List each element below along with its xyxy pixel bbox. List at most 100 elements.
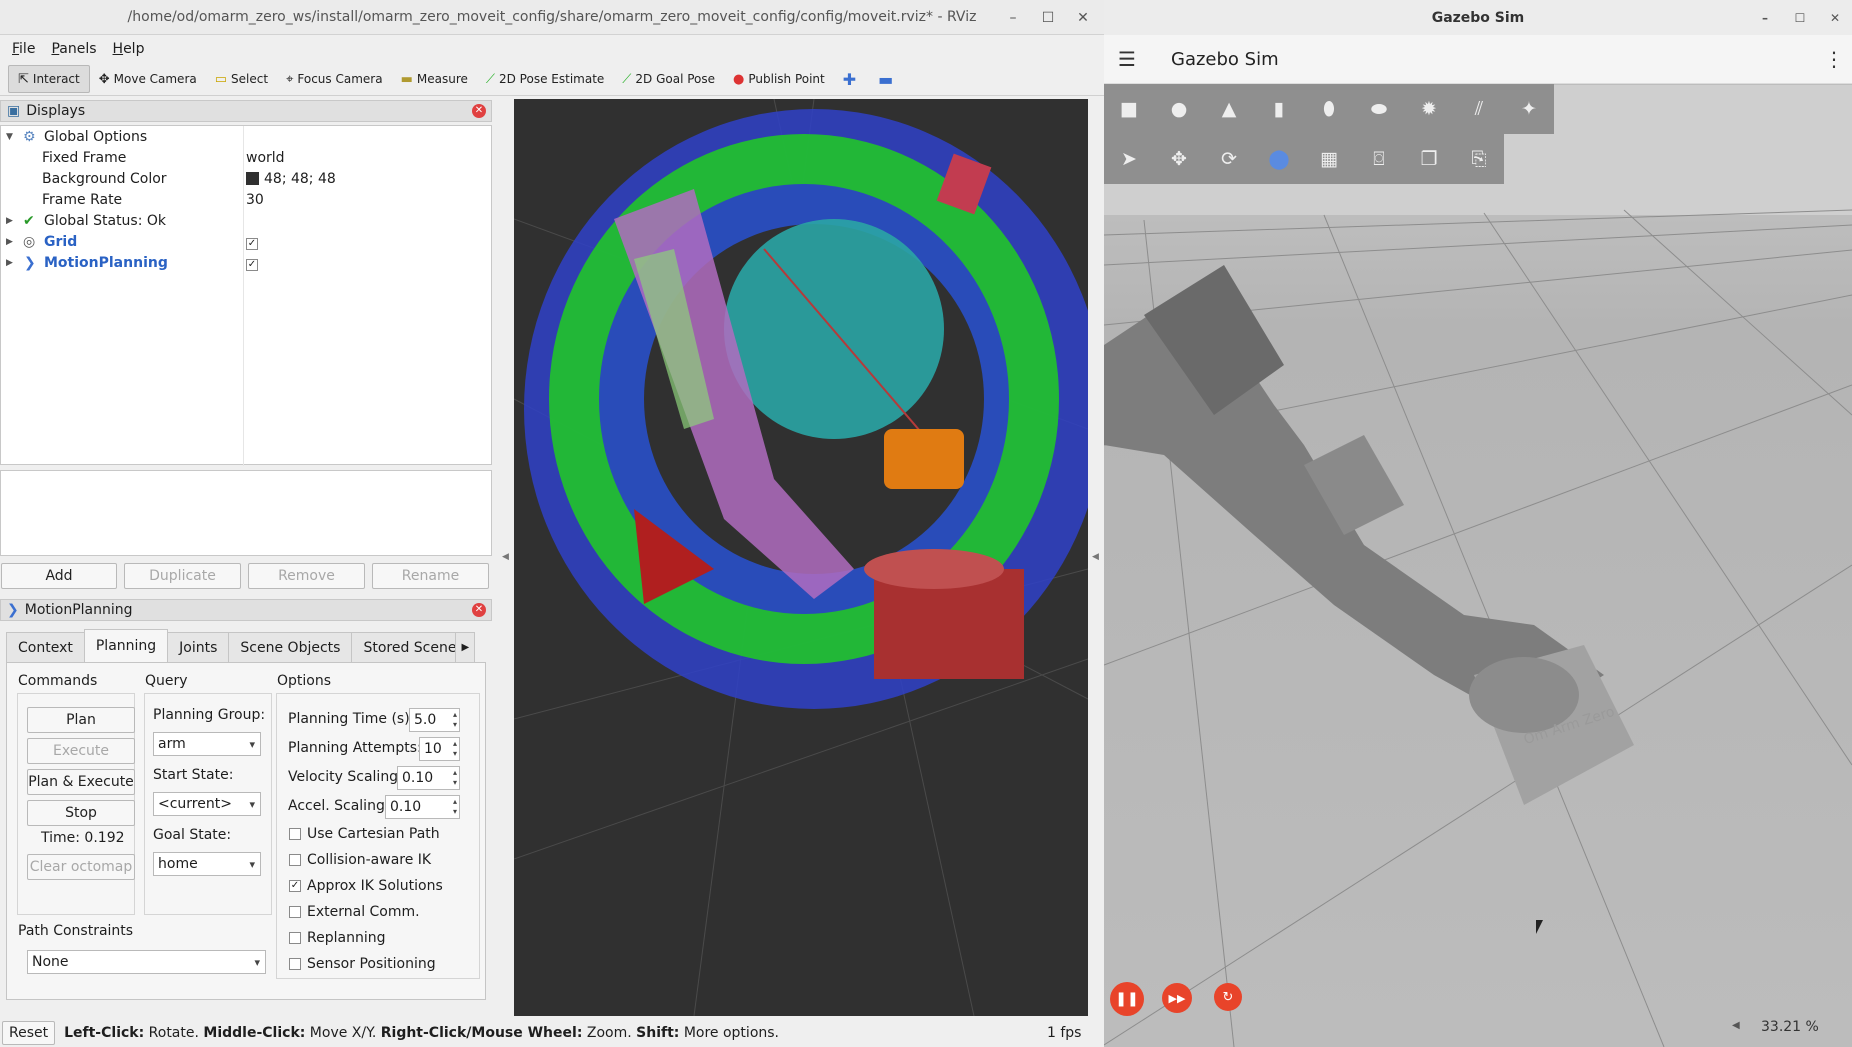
menu-help[interactable]: Help <box>105 41 153 57</box>
rviz-window: /home/od/omarm_zero_ws/install/omarm_zer… <box>0 0 1104 1047</box>
paste-icon[interactable]: ⎘ <box>1454 148 1504 170</box>
add-tool-button[interactable]: ✚ <box>834 65 869 93</box>
goal-state-select[interactable]: home <box>153 852 261 876</box>
approx-ik-checkbox[interactable]: ✓ Approx IK Solutions <box>289 878 443 894</box>
motion-planning-close-icon[interactable]: ✕ <box>472 603 486 617</box>
translate-icon[interactable]: ✥ <box>1154 148 1204 170</box>
collapse-stats-icon[interactable]: ◀ <box>1732 1020 1740 1031</box>
tree-row-motion-planning[interactable]: ▶ ❯ MotionPlanning ✓ <box>1 252 491 273</box>
tool-2d-pose-estimate[interactable]: ⟋ 2D Pose Estimate <box>477 65 613 93</box>
tree-row-global-options[interactable]: ▼ ⚙ Global Options <box>1 126 491 147</box>
planning-group-select[interactable]: arm <box>153 732 261 756</box>
color-swatch <box>246 171 259 185</box>
sensor-positioning-checkbox[interactable]: Sensor Positioning <box>289 956 436 972</box>
box-icon[interactable]: ■ <box>1104 98 1154 120</box>
tree-row-grid[interactable]: ▶ ◎ Grid ✓ <box>1 231 491 252</box>
tool-measure[interactable]: ▬ Measure <box>392 65 477 93</box>
cylinder-icon[interactable]: ▮ <box>1254 98 1304 120</box>
plan-button[interactable]: Plan <box>27 707 135 733</box>
splitter-right-icon[interactable]: ◀ <box>1092 552 1100 562</box>
sphere-icon[interactable]: ● <box>1154 98 1204 120</box>
rviz-3d-viewport[interactable] <box>514 99 1088 1016</box>
frame-rate-value[interactable]: 30 <box>246 192 264 208</box>
gazebo-3d-viewport[interactable] <box>1104 85 1852 1047</box>
tree-row-frame-rate[interactable]: Frame Rate 30 <box>1 189 491 210</box>
use-cartesian-path-checkbox[interactable]: Use Cartesian Path <box>289 826 440 842</box>
tool-publish-point[interactable]: ● Publish Point <box>724 65 834 93</box>
ellipsoid-icon[interactable]: ⬬ <box>1354 98 1404 120</box>
add-display-button[interactable]: Add <box>1 563 117 589</box>
tool-2d-goal-pose[interactable]: ⟋ 2D Goal Pose <box>613 65 724 93</box>
accel-scaling-spinbox[interactable]: 0.10 <box>385 795 460 819</box>
replanning-checkbox[interactable]: Replanning <box>289 930 385 946</box>
fixed-frame-value[interactable]: world <box>246 150 285 166</box>
step-forward-button[interactable]: ▶▶ <box>1162 983 1192 1013</box>
tab-stored-scenes[interactable]: Stored Scene <box>351 632 457 662</box>
directional-light-icon[interactable]: ⫽ <box>1454 98 1504 120</box>
tab-joints[interactable]: Joints <box>167 632 230 662</box>
sun-light-icon[interactable]: ✹ <box>1404 98 1454 120</box>
snap-icon[interactable]: ⬤ <box>1254 148 1304 170</box>
tree-row-global-status[interactable]: ▶ ✔ Global Status: Ok <box>1 210 491 231</box>
reset-simulation-button[interactable]: ↻ <box>1214 983 1242 1011</box>
tree-row-background-color[interactable]: Background Color 48; 48; 48 <box>1 168 491 189</box>
maximize-icon[interactable]: ☐ <box>1783 0 1817 35</box>
pause-button[interactable]: ❚❚ <box>1110 982 1144 1016</box>
hamburger-menu-icon[interactable]: ☰ <box>1118 47 1136 71</box>
clear-octomap-button[interactable]: Clear octomap <box>27 854 135 880</box>
minus-icon: ▬ <box>878 69 894 89</box>
tab-context[interactable]: Context <box>6 632 85 662</box>
target-icon: ⌖ <box>286 71 294 87</box>
expand-right-icon[interactable]: ▶ <box>6 216 13 226</box>
planning-time-spinbox[interactable]: 5.0 <box>409 708 460 732</box>
menu-file[interactable]: File <box>4 41 43 57</box>
cone-icon[interactable]: ▲ <box>1204 98 1254 120</box>
tab-scene-objects[interactable]: Scene Objects <box>228 632 353 662</box>
display-description-box <box>0 470 492 556</box>
more-vert-icon[interactable]: ⋮ <box>1824 47 1844 71</box>
duplicate-display-button[interactable]: Duplicate <box>124 563 241 589</box>
minimize-icon[interactable]: – <box>1748 0 1782 35</box>
velocity-scaling-spinbox[interactable]: 0.10 <box>397 766 460 790</box>
external-comm-checkbox[interactable]: External Comm. <box>289 904 420 920</box>
splitter-left-icon[interactable]: ◀ <box>502 552 510 562</box>
menu-panels[interactable]: Panels <box>43 41 104 57</box>
tool-interact[interactable]: ⇱ Interact <box>8 65 90 93</box>
tab-scroll-right-icon[interactable]: ▶ <box>455 632 476 662</box>
copy-icon[interactable]: ❐ <box>1404 148 1454 170</box>
execute-button[interactable]: Execute <box>27 738 135 764</box>
tool-focus-camera[interactable]: ⌖ Focus Camera <box>277 65 392 93</box>
plan-and-execute-button[interactable]: Plan & Execute <box>27 769 135 795</box>
expand-down-icon[interactable]: ▼ <box>6 132 13 142</box>
planning-attempts-label: Planning Attempts: <box>288 740 422 756</box>
stop-button[interactable]: Stop <box>27 800 135 826</box>
motion-planning-enable-checkbox[interactable]: ✓ <box>246 255 258 271</box>
reset-button[interactable]: Reset <box>2 1020 56 1045</box>
expand-right-icon[interactable]: ▶ <box>6 258 13 268</box>
minimize-icon[interactable]: – <box>996 0 1030 35</box>
close-icon[interactable]: ✕ <box>1818 0 1852 35</box>
select-arrow-icon[interactable]: ➤ <box>1104 148 1154 170</box>
maximize-icon[interactable]: ☐ <box>1031 0 1065 35</box>
camera-icon[interactable]: ⌼ <box>1354 148 1404 170</box>
capsule-icon[interactable]: ⬮ <box>1304 98 1354 120</box>
tool-select[interactable]: ▭ Select <box>206 65 277 93</box>
planning-attempts-spinbox[interactable]: 10 <box>419 737 460 761</box>
tab-planning[interactable]: Planning <box>83 629 169 662</box>
displays-close-icon[interactable]: ✕ <box>472 104 486 118</box>
remove-tool-button[interactable]: ▬ <box>869 65 906 93</box>
grid-icon[interactable]: ▦ <box>1304 148 1354 170</box>
expand-right-icon[interactable]: ▶ <box>6 237 13 247</box>
grid-enable-checkbox[interactable]: ✓ <box>246 234 258 250</box>
start-state-select[interactable]: <current> <box>153 792 261 816</box>
background-color-value[interactable]: 48; 48; 48 <box>246 171 336 187</box>
rotate-icon[interactable]: ⟳ <box>1204 148 1254 170</box>
remove-display-button[interactable]: Remove <box>248 563 365 589</box>
path-constraints-select[interactable]: None <box>27 950 266 974</box>
spot-light-icon[interactable]: ✦ <box>1504 98 1554 120</box>
tree-row-fixed-frame[interactable]: Fixed Frame world <box>1 147 491 168</box>
tool-move-camera[interactable]: ✥ Move Camera <box>90 65 206 93</box>
collision-aware-ik-checkbox[interactable]: Collision-aware IK <box>289 852 431 868</box>
rename-display-button[interactable]: Rename <box>372 563 489 589</box>
close-icon[interactable]: ✕ <box>1066 0 1100 35</box>
